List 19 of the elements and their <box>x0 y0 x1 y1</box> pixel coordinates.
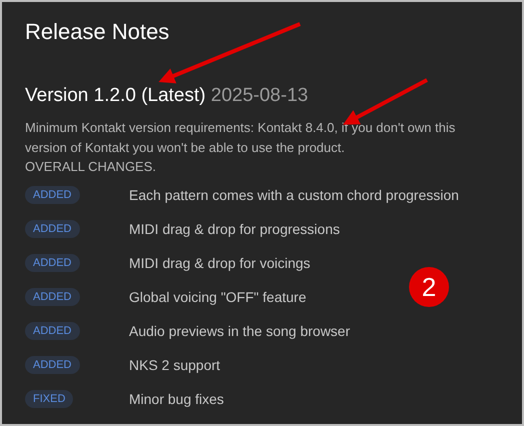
release-date: 2025-08-13 <box>210 85 308 106</box>
change-text: MIDI drag & drop for voicings <box>129 254 310 270</box>
change-text: Global voicing "OFF" feature <box>129 288 306 304</box>
change-tag: ADDED <box>25 220 80 238</box>
change-text: NKS 2 support <box>129 356 220 372</box>
change-text: Minor bug fixes <box>129 390 224 406</box>
change-tag: ADDED <box>25 186 80 204</box>
change-tag: FIXED <box>25 390 74 408</box>
annotation-badge: 2 <box>409 267 449 307</box>
change-tag: ADDED <box>25 356 80 374</box>
change-tag: ADDED <box>25 254 80 272</box>
change-text: Each pattern comes with a custom chord progression <box>129 186 459 202</box>
section-heading: OVERALL CHANGES. <box>25 158 158 176</box>
change-text: Audio previews in the song browser <box>129 322 350 338</box>
page-title: Release Notes <box>25 18 170 46</box>
change-tag: ADDED <box>25 322 80 340</box>
change-text: MIDI drag & drop for progressions <box>129 220 340 236</box>
version-name: Version 1.2.0 (Latest) <box>25 85 206 106</box>
change-tag: ADDED <box>25 288 80 306</box>
